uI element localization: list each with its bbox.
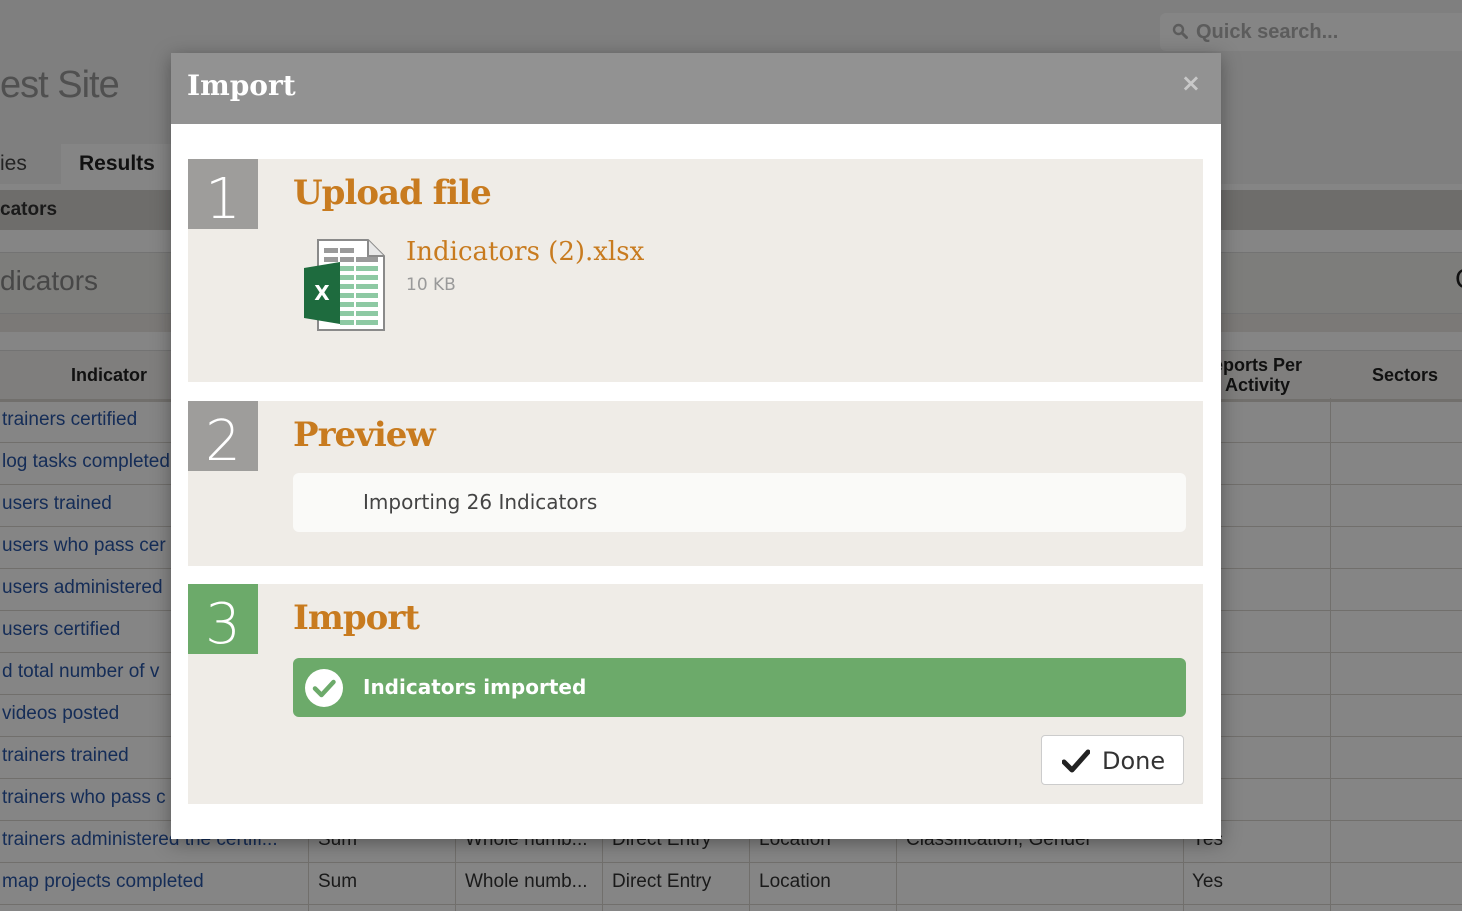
- import-step: 3 Import Indicators imported Done: [188, 584, 1203, 804]
- check-circle-icon: [305, 669, 343, 707]
- import-modal: Import × 1 Upload file X Indicators (2).…: [171, 53, 1221, 839]
- modal-title: Import: [187, 69, 296, 102]
- success-alert: Indicators imported: [293, 658, 1186, 717]
- checkmark-icon: [1062, 749, 1090, 773]
- done-button-label: Done: [1102, 747, 1166, 775]
- step-title: Preview: [293, 415, 436, 455]
- step-number: 1: [188, 159, 258, 232]
- file-name: Indicators (2).xlsx: [406, 237, 645, 267]
- file-size: 10 KB: [406, 275, 456, 295]
- excel-file-icon: X: [304, 239, 385, 331]
- preview-message-box: Importing 26 Indicators: [293, 473, 1186, 532]
- modal-header: Import ×: [171, 53, 1221, 124]
- done-button[interactable]: Done: [1041, 735, 1184, 785]
- preview-message: Importing 26 Indicators: [363, 490, 598, 514]
- preview-step: 2 Preview Importing 26 Indicators: [188, 401, 1203, 566]
- upload-step: 1 Upload file X Indicators (2).xlsx 10 K…: [188, 159, 1203, 382]
- step-title: Upload file: [293, 173, 492, 213]
- step-title: Import: [293, 598, 420, 638]
- svg-text:X: X: [314, 281, 330, 305]
- step-number: 2: [188, 401, 258, 474]
- step-number: 3: [188, 584, 258, 657]
- close-button[interactable]: ×: [1181, 69, 1201, 97]
- success-message: Indicators imported: [363, 675, 587, 699]
